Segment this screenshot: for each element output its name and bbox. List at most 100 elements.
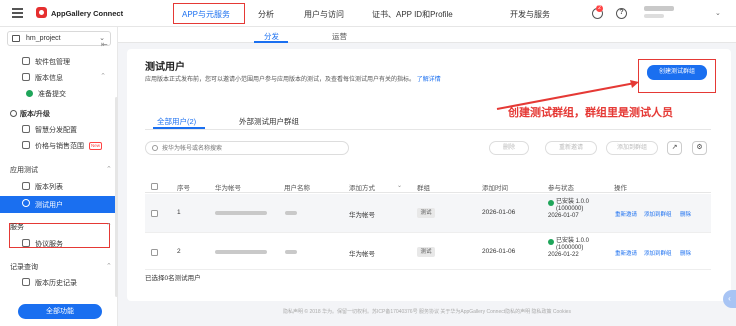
project-name: hm_project — [26, 35, 61, 42]
username-redacted — [285, 250, 297, 254]
row-index: 2 — [177, 248, 181, 255]
notification-badge: 2 — [596, 5, 603, 12]
table-row[interactable]: 2 华为帐号 测试 2026-01-06 已安装 1.0.0 (1000000)… — [145, 233, 711, 271]
status-version: (1000000) — [556, 206, 584, 212]
user-name[interactable] — [644, 6, 674, 11]
sidebar-item-packages[interactable]: 软件包管理 — [0, 55, 118, 69]
version-icon — [10, 110, 17, 117]
sidebar-item-version-info[interactable]: 版本信息 ⌃ — [0, 71, 118, 85]
all-functions-button[interactable]: 全部功能 — [18, 304, 102, 319]
username-redacted — [285, 211, 297, 215]
column-header-group: 群组 — [417, 185, 430, 192]
filter-icon[interactable]: ⌄ — [397, 182, 402, 189]
export-icon[interactable]: ↗ — [667, 141, 682, 155]
page-description: 应用版本正式发布前，您可以邀请小范围用户参与应用版本的测试，及查看每位测试用户有… — [145, 74, 441, 83]
row-checkbox[interactable] — [151, 249, 158, 256]
sidebar-item-label: 版本信息 — [35, 75, 63, 82]
annotation-text: 创建测试群组，群组里是测试人员 — [508, 107, 673, 119]
add-to-group-button[interactable]: 添加到群组 — [606, 141, 658, 155]
delete-link[interactable]: 删除 — [680, 210, 691, 218]
row-index: 1 — [177, 209, 181, 216]
project-icon — [12, 35, 20, 42]
check-circle-icon — [26, 90, 33, 97]
tab-external-test-groups[interactable]: 外部测试用户群组 — [239, 116, 299, 127]
top-bar: AppGallery Connect APP与元服务 分析 用户与访问 证书、A… — [0, 0, 736, 27]
nav-certificates[interactable]: 证书、APP ID和Profile — [372, 9, 453, 20]
column-header-add-time: 添加时间 — [482, 185, 508, 192]
status-version: (1000000) — [556, 245, 584, 251]
sidebar-item-label: 协议服务 — [35, 241, 63, 248]
sidebar-item-price-sales[interactable]: 价格与销售范围 New — [0, 139, 118, 153]
column-header-username: 用户名称 — [284, 185, 310, 192]
select-all-checkbox[interactable] — [151, 183, 158, 190]
sidebar-item-prepare-submit[interactable]: 准备提交 — [0, 87, 118, 101]
add-to-group-link[interactable]: 添加到群组 — [644, 210, 672, 218]
nav-users-access[interactable]: 用户与访问 — [304, 9, 344, 20]
column-header-index: 序号 — [177, 185, 190, 192]
status-text: 已安装 1.0.0 — [556, 238, 590, 244]
add-to-group-link[interactable]: 添加到群组 — [644, 249, 672, 257]
collapse-sidebar-icon[interactable]: ⇤ — [101, 40, 108, 49]
section-label: 应用测试 — [10, 167, 38, 174]
sidebar-section-app-testing[interactable]: 应用测试 ⌃ — [10, 165, 112, 175]
selected-count: 已选择0名测试用户 — [145, 275, 201, 282]
sidebar-item-label: 测试用户 — [35, 202, 63, 209]
nav-dev-services[interactable]: 开发与服务 — [510, 9, 550, 20]
sidebar-item-version-history[interactable]: 版本历史记录 — [0, 276, 118, 290]
description-text: 应用版本正式发布前，您可以邀请小范围用户参与应用版本的测试，及查看每位测试用户有… — [145, 77, 416, 83]
chevron-left-icon[interactable]: ‹ — [723, 290, 736, 308]
project-selector[interactable]: hm_project ⌄ — [7, 31, 111, 46]
delete-link[interactable]: 删除 — [680, 249, 691, 257]
user-account — [644, 14, 664, 18]
package-icon — [22, 57, 30, 65]
row-divider — [145, 269, 711, 270]
search-box[interactable] — [145, 141, 349, 155]
resend-invite-link[interactable]: 重新邀请 — [615, 249, 637, 257]
price-icon — [22, 141, 30, 149]
tab-operations[interactable]: 运营 — [332, 31, 347, 42]
add-time: 2026-01-06 — [482, 248, 516, 255]
resend-invite-link[interactable]: 重新邀请 — [615, 210, 637, 218]
tab-all-users[interactable]: 全部用户(2) — [157, 116, 196, 127]
user-icon — [22, 199, 30, 207]
sidebar-section-records[interactable]: 记录查询 ⌃ — [10, 262, 112, 272]
column-header-status: 参与状态 — [548, 185, 574, 192]
appgallery-logo-icon — [36, 7, 47, 18]
tab-divider — [145, 129, 711, 130]
info-icon — [22, 73, 30, 81]
chevron-up-icon: ⌃ — [106, 263, 112, 270]
sidebar-item-smart-distribution[interactable]: 智慧分发配置 — [0, 123, 118, 137]
sidebar-item-label: 版本列表 — [35, 184, 63, 191]
sidebar-item-version-list[interactable]: 版本列表 — [0, 180, 118, 194]
help-icon[interactable]: ? — [616, 8, 627, 19]
sub-tabs: 分发 运营 — [118, 27, 736, 43]
check-circle-icon — [548, 200, 554, 206]
delete-button[interactable]: 删除 — [489, 141, 529, 155]
sidebar-scrollbar[interactable] — [115, 97, 118, 297]
table-row[interactable]: 1 华为帐号 测试 2026-01-06 已安装 1.0.0 (1000000)… — [145, 194, 711, 232]
row-checkbox[interactable] — [151, 210, 158, 217]
sidebar-item-label: 价格与销售范围 — [35, 143, 84, 150]
column-header-actions: 操作 — [614, 185, 627, 192]
new-badge: New — [89, 142, 103, 150]
sidebar-item-version-upgrade[interactable]: 版本/升级 — [0, 107, 118, 121]
menu-icon[interactable] — [12, 8, 23, 18]
active-tab-indicator — [254, 41, 288, 43]
learn-more-link[interactable]: 了解详情 — [417, 77, 441, 83]
resend-invite-button[interactable]: 重新邀请 — [545, 141, 597, 155]
chevron-down-icon[interactable]: ⌄ — [715, 9, 721, 17]
header-divider — [145, 192, 711, 193]
status-text: 已安装 1.0.0 — [556, 199, 590, 205]
huawei-id-redacted — [215, 211, 267, 215]
nav-analytics[interactable]: 分析 — [258, 9, 274, 20]
sidebar-section-services[interactable]: 服务 ⌃ — [10, 222, 112, 232]
search-input[interactable] — [162, 144, 342, 153]
huawei-id-redacted — [215, 250, 267, 254]
settings-icon[interactable]: ⚙ — [692, 141, 707, 155]
search-icon — [152, 145, 158, 151]
group-tag: 测试 — [417, 208, 435, 218]
sidebar-item-test-users[interactable]: 测试用户 — [0, 196, 118, 213]
history-icon — [22, 278, 30, 286]
highlight-box-create — [638, 59, 716, 93]
sidebar-item-agreement[interactable]: 协议服务 — [0, 237, 118, 251]
